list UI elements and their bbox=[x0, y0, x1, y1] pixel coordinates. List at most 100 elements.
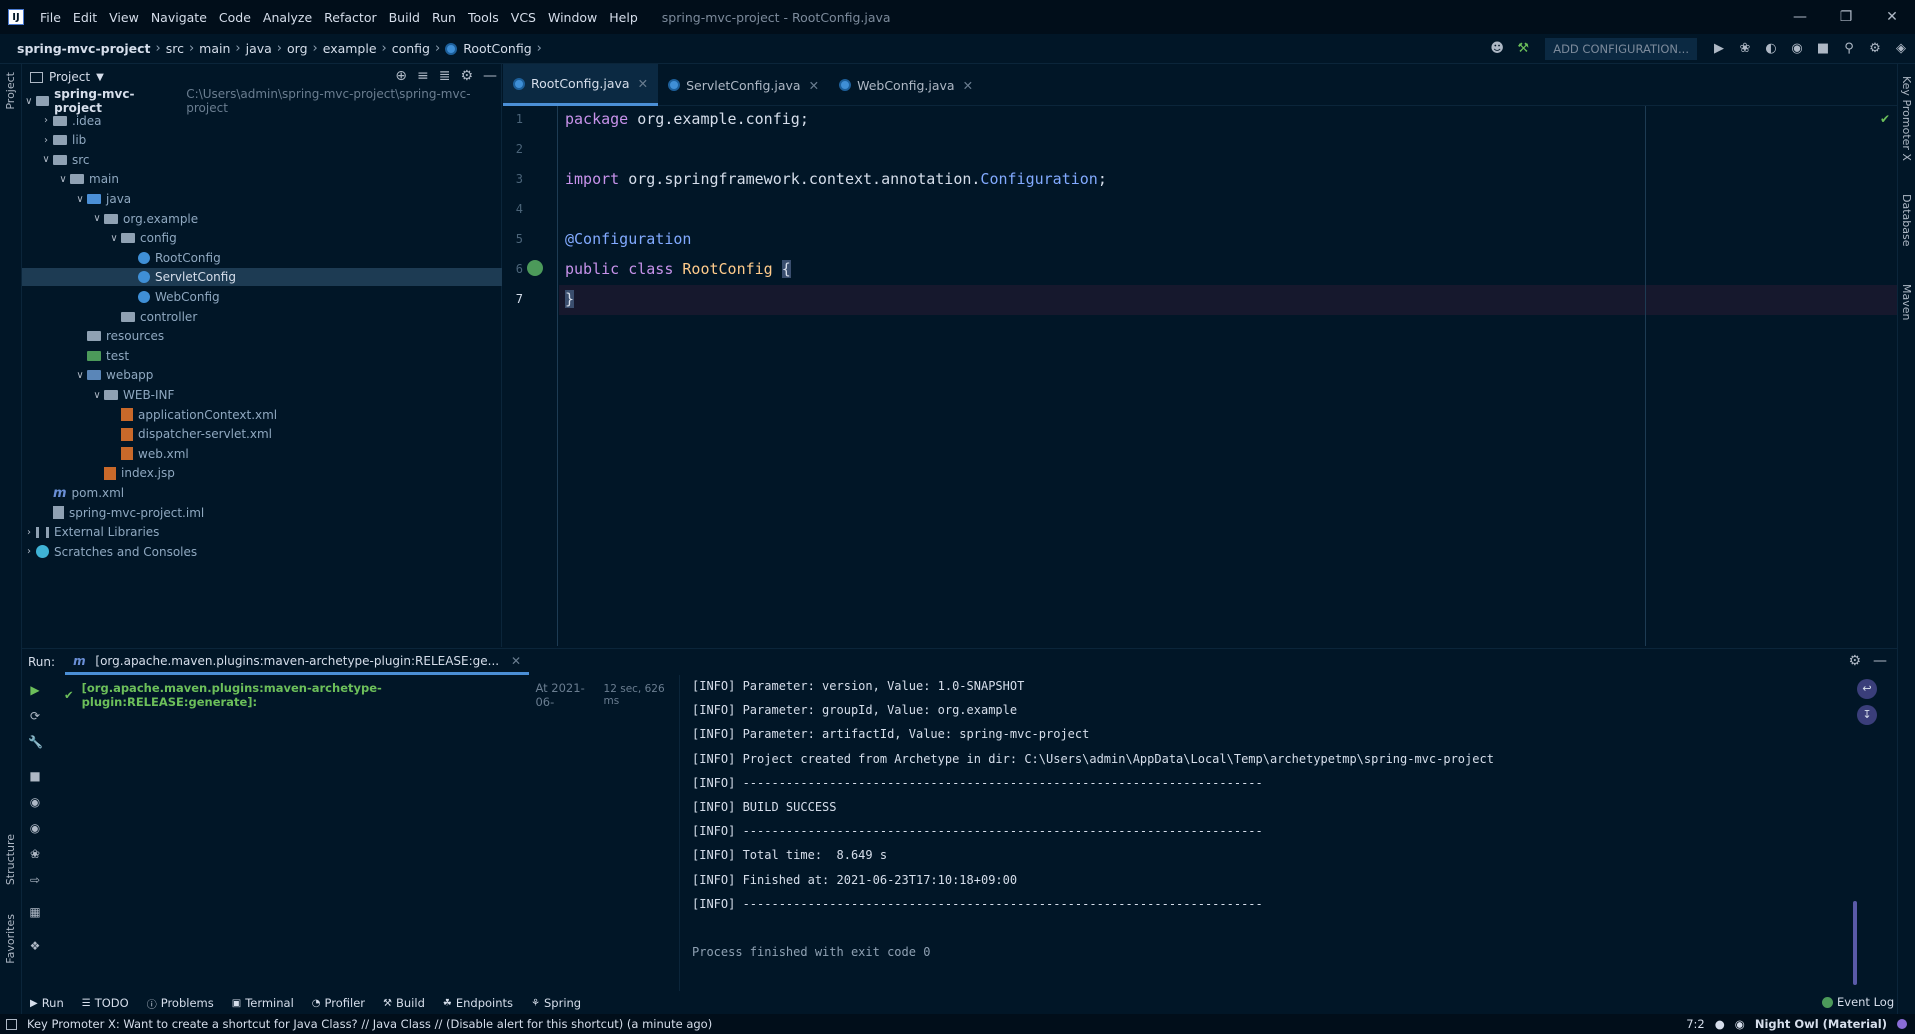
tool-tab-run[interactable]: ▶ Run bbox=[30, 996, 64, 1010]
intellij-logo-icon[interactable]: IJ bbox=[8, 9, 24, 25]
tree-node[interactable]: m pom.xml bbox=[22, 484, 502, 502]
console-output[interactable]: [INFO] Parameter: version, Value: 1.0-SN… bbox=[684, 675, 1864, 991]
coverage-icon[interactable]: ◐ bbox=[1761, 39, 1781, 59]
menu-tools[interactable]: Tools bbox=[462, 10, 505, 25]
close-tab-icon[interactable]: ✕ bbox=[511, 654, 521, 668]
menu-analyze[interactable]: Analyze bbox=[257, 10, 318, 25]
tree-node[interactable]: › Scratches and Consoles bbox=[22, 543, 502, 561]
tree-node[interactable]: ∨ spring-mvc-project C:\Users\admin\spring… bbox=[22, 87, 502, 115]
tool-tab-problems[interactable]: ⓘ Problems bbox=[147, 996, 214, 1011]
tree-node[interactable]: resources bbox=[22, 327, 502, 345]
stop-icon[interactable]: ■ bbox=[1813, 39, 1833, 59]
build-hammer-icon[interactable]: ⚒ bbox=[1513, 39, 1533, 59]
breadcrumb-item[interactable]: RootConfig bbox=[442, 41, 534, 56]
menu-file[interactable]: File bbox=[34, 10, 67, 25]
chevron-down-icon[interactable]: ∨ bbox=[73, 370, 87, 381]
pin-icon[interactable]: ❖ bbox=[28, 939, 42, 953]
breadcrumb-item[interactable]: main bbox=[196, 41, 233, 56]
tree-node[interactable]: dispatcher-servlet.xml bbox=[22, 425, 502, 443]
chevron-down-icon[interactable]: ∨ bbox=[39, 154, 53, 165]
event-log-tab[interactable]: Event Log bbox=[1822, 995, 1894, 1009]
tree-node[interactable]: ∨ java bbox=[22, 190, 502, 208]
favorites-tool-tab[interactable]: Favorites bbox=[4, 914, 17, 964]
tree-node[interactable]: › External Libraries bbox=[22, 523, 502, 541]
tool-tab-spring[interactable]: ⚘ Spring bbox=[531, 996, 581, 1010]
hide-run-panel-icon[interactable]: — bbox=[1873, 653, 1887, 669]
chevron-down-icon[interactable]: ∨ bbox=[56, 174, 70, 185]
close-tab-icon[interactable]: ✕ bbox=[963, 78, 973, 93]
scroll-to-end-icon[interactable]: ↧ bbox=[1857, 705, 1877, 725]
hide-panel-icon[interactable]: — bbox=[483, 68, 497, 84]
plugin-icon[interactable]: ◈ bbox=[1891, 39, 1911, 59]
rerun-icon[interactable]: ▶ bbox=[28, 683, 42, 697]
profile-icon[interactable]: ◉ bbox=[1787, 39, 1807, 59]
tree-node[interactable]: › .idea bbox=[22, 112, 502, 130]
chevron-right-icon[interactable]: › bbox=[39, 135, 53, 146]
project-view-selector[interactable]: Project bbox=[49, 70, 90, 84]
tree-node[interactable]: index.jsp bbox=[22, 464, 502, 482]
chevron-right-icon[interactable]: › bbox=[39, 115, 53, 126]
soft-wrap-icon[interactable]: ↩ bbox=[1857, 679, 1877, 699]
database-tool-tab[interactable]: Database bbox=[1900, 194, 1913, 247]
console-scrollbar[interactable] bbox=[1853, 901, 1857, 985]
tool-tab-terminal[interactable]: ▣ Terminal bbox=[232, 996, 294, 1010]
chevron-right-icon[interactable]: › bbox=[22, 527, 36, 538]
tree-node[interactable]: applicationContext.xml bbox=[22, 406, 502, 424]
spring-bean-gutter-icon[interactable] bbox=[527, 260, 543, 276]
search-icon[interactable]: ⚲ bbox=[1839, 39, 1859, 59]
tree-node[interactable]: test bbox=[22, 347, 502, 365]
tree-node[interactable]: RootConfig bbox=[22, 249, 502, 267]
inspection-ok-icon[interactable]: ✔ bbox=[1880, 112, 1890, 126]
login-icon[interactable]: ⇨ bbox=[28, 873, 42, 887]
tree-node[interactable]: ∨ config bbox=[22, 229, 502, 247]
menu-edit[interactable]: Edit bbox=[67, 10, 103, 25]
gear-icon[interactable]: ⚙ bbox=[460, 68, 473, 84]
chevron-down-icon[interactable]: ∨ bbox=[73, 194, 87, 205]
tree-node[interactable]: ∨ WEB-INF bbox=[22, 386, 502, 404]
menu-view[interactable]: View bbox=[103, 10, 145, 25]
breadcrumb-item[interactable]: java bbox=[243, 41, 275, 56]
tree-node[interactable]: controller bbox=[22, 308, 502, 326]
close-tab-icon[interactable]: ✕ bbox=[638, 76, 648, 91]
lock-icon[interactable]: ● bbox=[1715, 1017, 1725, 1031]
layout-icon[interactable]: ▦ bbox=[28, 905, 42, 919]
editor-tab[interactable]: WebConfig.java ✕ bbox=[829, 64, 983, 106]
expand-all-icon[interactable]: ≡ bbox=[417, 68, 429, 84]
tree-node[interactable]: spring-mvc-project.iml bbox=[22, 504, 502, 522]
minimize-icon[interactable]: — bbox=[1777, 0, 1823, 34]
menu-help[interactable]: Help bbox=[603, 10, 644, 25]
stop-icon[interactable]: ■ bbox=[28, 769, 42, 783]
editor-gutter[interactable]: 1 2 3 4 5 6 7 bbox=[503, 106, 558, 646]
menu-vcs[interactable]: VCS bbox=[505, 10, 542, 25]
structure-tool-tab[interactable]: Structure bbox=[4, 834, 17, 885]
add-configuration-button[interactable]: ADD CONFIGURATION... bbox=[1545, 38, 1697, 60]
menu-build[interactable]: Build bbox=[383, 10, 426, 25]
memory-icon[interactable]: ◉ bbox=[1735, 1017, 1745, 1031]
tree-node[interactable]: › lib bbox=[22, 131, 502, 149]
tree-node[interactable]: ∨ src bbox=[22, 151, 502, 169]
editor-tab[interactable]: ServletConfig.java ✕ bbox=[658, 64, 829, 106]
chevron-down-icon[interactable]: ∨ bbox=[90, 390, 104, 401]
project-tool-tab[interactable]: Project bbox=[4, 72, 17, 110]
bug-icon[interactable]: ❀ bbox=[28, 847, 42, 861]
menu-code[interactable]: Code bbox=[213, 10, 257, 25]
tool-tab-build[interactable]: ⚒ Build bbox=[383, 996, 425, 1010]
chevron-down-icon[interactable]: ∨ bbox=[22, 96, 36, 107]
close-tab-icon[interactable]: ✕ bbox=[809, 78, 819, 93]
maven-tool-tab[interactable]: Maven bbox=[1900, 284, 1913, 320]
tool-tab-profiler[interactable]: ◔ Profiler bbox=[312, 996, 365, 1010]
settings-gear-icon[interactable]: ⚙ bbox=[1865, 39, 1885, 59]
locate-icon[interactable]: ⊕ bbox=[395, 68, 407, 84]
theme-indicator[interactable]: Night Owl (Material) bbox=[1755, 1017, 1887, 1031]
breadcrumb-item[interactable]: config bbox=[389, 41, 433, 56]
run-tab[interactable]: m [org.apache.maven.plugins:maven-archet… bbox=[65, 650, 530, 675]
menu-window[interactable]: Window bbox=[542, 10, 603, 25]
tree-node[interactable]: WebConfig bbox=[22, 288, 502, 306]
run-icon[interactable]: ▶ bbox=[1709, 39, 1729, 59]
chevron-right-icon[interactable]: › bbox=[22, 546, 36, 557]
breadcrumb-item[interactable]: src bbox=[163, 41, 187, 56]
caret-position[interactable]: 7:2 bbox=[1686, 1017, 1705, 1031]
close-icon[interactable]: ✕ bbox=[1869, 0, 1915, 34]
breadcrumb-item[interactable]: example bbox=[320, 41, 380, 56]
run-tree-item[interactable]: ✔ [org.apache.maven.plugins:maven-archet… bbox=[64, 681, 679, 709]
